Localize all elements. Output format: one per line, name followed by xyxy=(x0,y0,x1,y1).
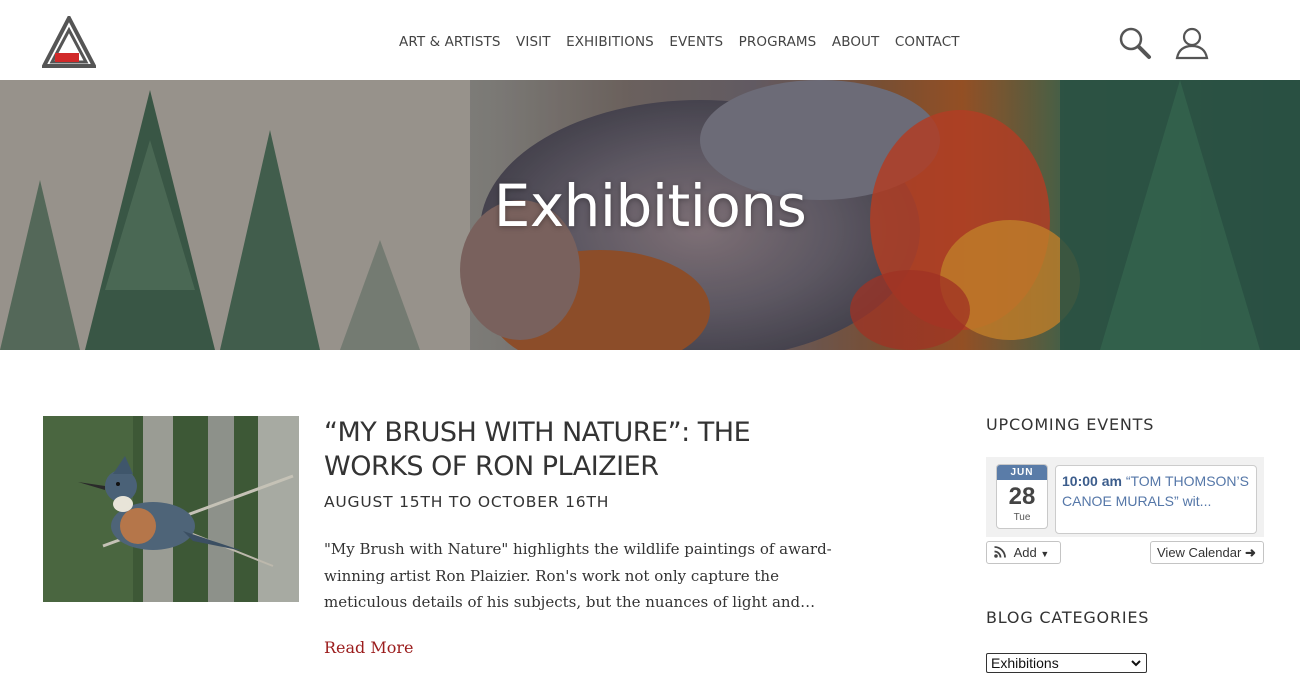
nav-programs[interactable]: PROGRAMS xyxy=(739,34,817,50)
caret-down-icon: ▼ xyxy=(1040,549,1050,559)
category-selected-value: Exhibitions xyxy=(991,655,1059,671)
arrow-right-icon: ➜ xyxy=(1244,545,1256,560)
event-link[interactable]: 10:00 am “TOM THOMSON’S CANOE MURALS” wi… xyxy=(1055,465,1257,534)
read-more-link[interactable]: Read More xyxy=(324,638,414,657)
article-title[interactable]: “MY BRUSH WITH NATURE”: THE WORKS OF RON… xyxy=(324,416,804,484)
nav-about[interactable]: ABOUT xyxy=(832,34,880,50)
main-nav: ART & ARTISTS VISIT EXHIBITIONS EVENTS P… xyxy=(399,34,975,50)
event-date-badge: JUN 28 Tue xyxy=(996,464,1048,529)
event-time: 10:00 am xyxy=(1062,473,1122,489)
chevron-down-icon xyxy=(1131,660,1141,667)
blog-category-select[interactable]: Exhibitions xyxy=(986,653,1147,673)
event-weekday: Tue xyxy=(1013,512,1031,523)
add-calendar-button[interactable]: Add ▼ xyxy=(986,541,1061,564)
nav-art-artists[interactable]: ART & ARTISTS xyxy=(399,34,501,50)
event-day: 28 xyxy=(1008,483,1036,510)
user-account-icon[interactable] xyxy=(1174,26,1210,60)
gallery-logo[interactable] xyxy=(42,16,96,68)
hero-banner: Exhibitions xyxy=(0,80,1300,350)
nav-contact[interactable]: CONTACT xyxy=(895,34,960,50)
site-header: ART & ARTISTS VISIT EXHIBITIONS EVENTS P… xyxy=(0,0,1300,80)
article-excerpt: "My Brush with Nature" highlights the wi… xyxy=(324,540,832,611)
article-dates: AUGUST 15TH TO OCTOBER 16TH xyxy=(324,493,610,511)
nav-visit[interactable]: VISIT xyxy=(516,34,551,50)
page-title: Exhibitions xyxy=(493,172,807,240)
event-month: JUN xyxy=(997,465,1047,480)
nav-exhibitions[interactable]: EXHIBITIONS xyxy=(566,34,654,50)
view-calendar-button[interactable]: View Calendar ➜ xyxy=(1150,541,1264,564)
view-calendar-label: View Calendar xyxy=(1157,545,1242,560)
add-label: Add xyxy=(1013,545,1037,560)
search-icon[interactable] xyxy=(1118,26,1152,60)
kingfisher-painting xyxy=(43,416,299,602)
blog-categories-heading: BLOG CATEGORIES xyxy=(986,608,1150,627)
upcoming-events-heading: UPCOMING EVENTS xyxy=(986,415,1155,434)
exhibition-thumbnail[interactable] xyxy=(43,416,299,602)
rss-icon xyxy=(994,546,1006,558)
nav-events[interactable]: EVENTS xyxy=(669,34,723,50)
